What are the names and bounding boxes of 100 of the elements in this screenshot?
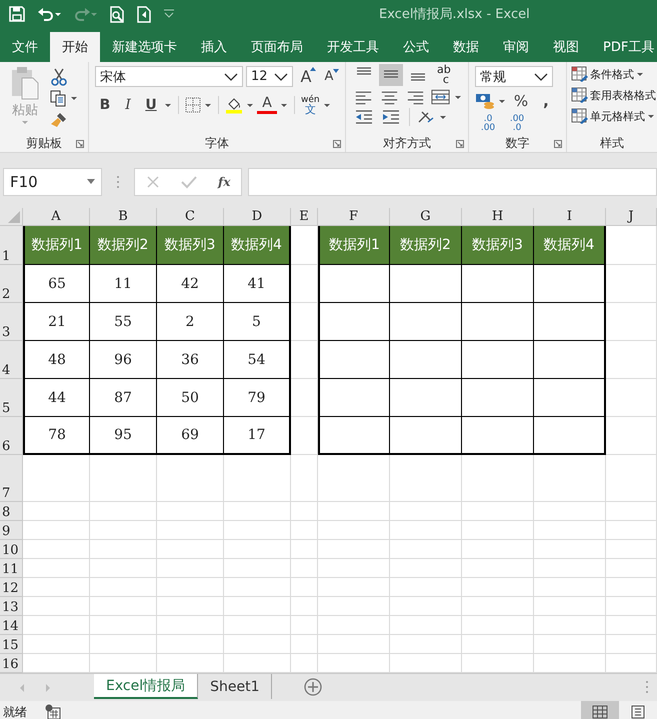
grid-icon[interactable] — [592, 705, 608, 719]
table-style-icon[interactable] — [571, 108, 588, 124]
style-menu-button[interactable]: 条件格式 — [590, 66, 634, 82]
column-header[interactable]: C — [157, 208, 224, 226]
currency-icon[interactable] — [475, 92, 495, 110]
caret-icon[interactable] — [246, 102, 254, 108]
sheet-tab[interactable]: Sheet1 — [198, 674, 272, 699]
number-format-dropdown[interactable]: 常规 — [475, 66, 553, 87]
customize-caret-icon[interactable] — [163, 9, 175, 19]
ribbon-tab[interactable]: 审阅 — [491, 32, 541, 62]
increase-decimal-button[interactable]: .0 .00 — [475, 115, 501, 133]
wrap-text-button[interactable]: ab c — [437, 65, 451, 85]
format-painter-icon[interactable] — [50, 111, 68, 129]
merge-center-icon[interactable] — [430, 88, 452, 106]
dialog-launcher-icon[interactable] — [554, 140, 562, 148]
shrink-font-button[interactable]: A — [319, 69, 339, 84]
caret-icon[interactable] — [636, 72, 644, 76]
page-icon[interactable] — [631, 705, 645, 719]
caret-icon[interactable] — [498, 98, 506, 104]
row-header[interactable]: 6 — [0, 417, 23, 455]
font-color-button[interactable]: A — [257, 96, 277, 114]
column-header[interactable]: I — [534, 208, 606, 226]
row-header[interactable]: 5 — [0, 379, 23, 417]
vertical-align-icon[interactable] — [379, 64, 403, 86]
dialog-launcher-icon[interactable] — [76, 140, 84, 148]
ribbon-tab[interactable]: PDF工具 — [591, 32, 657, 62]
ribbon-tab[interactable]: 新建选项卡 — [100, 32, 189, 62]
row-header[interactable]: 15 — [0, 635, 23, 654]
bold-button[interactable]: B — [95, 97, 115, 113]
row-header[interactable]: 1 — [0, 226, 23, 265]
underline-button[interactable]: U — [141, 97, 161, 113]
caret-icon[interactable] — [87, 179, 95, 184]
row-header[interactable]: 11 — [0, 559, 23, 578]
table-style-icon[interactable] — [571, 66, 588, 82]
row-header[interactable]: 2 — [0, 265, 23, 303]
column-header[interactable]: H — [462, 208, 534, 226]
column-header[interactable]: E — [291, 208, 318, 226]
table-style-icon[interactable] — [571, 87, 588, 103]
ribbon-tab[interactable]: 文件 — [0, 32, 50, 62]
style-menu-button[interactable]: 套用表格格式 — [590, 88, 656, 102]
save-icon[interactable] — [9, 6, 25, 22]
row-header[interactable]: 16 — [0, 654, 23, 673]
insert-function-button[interactable]: fx — [218, 174, 230, 188]
touch-mode-icon[interactable] — [137, 6, 151, 22]
column-header[interactable]: J — [606, 208, 657, 226]
caret-icon[interactable] — [164, 102, 172, 108]
font-size-dropdown[interactable]: 12 — [246, 66, 293, 87]
chevron-down-icon[interactable] — [274, 72, 288, 80]
column-header[interactable]: B — [90, 208, 157, 226]
grow-font-button[interactable]: A — [296, 67, 316, 86]
row-header[interactable]: 10 — [0, 540, 23, 559]
row-header[interactable]: 7 — [0, 455, 23, 502]
ribbon-tab[interactable]: 插入 — [189, 32, 239, 62]
ribbon-tab[interactable]: 开发工具 — [315, 32, 391, 62]
italic-button[interactable]: I — [118, 97, 138, 113]
add-sheet-icon[interactable] — [304, 678, 322, 696]
comma-style-button[interactable]: , — [536, 92, 556, 110]
ribbon-tab[interactable]: 页面布局 — [239, 32, 315, 62]
macro-record-icon[interactable] — [45, 704, 61, 719]
row-header[interactable]: 9 — [0, 521, 23, 540]
style-menu-button[interactable]: 单元格样式 — [590, 108, 645, 124]
row-header[interactable]: 4 — [0, 341, 23, 379]
name-box[interactable]: F10 — [3, 168, 102, 196]
ribbon-tab[interactable]: 视图 — [541, 32, 591, 62]
row-header[interactable]: 8 — [0, 502, 23, 521]
percent-button[interactable]: % — [509, 92, 533, 110]
row-header[interactable]: 13 — [0, 597, 23, 616]
row-header[interactable]: 12 — [0, 578, 23, 597]
normal-view-button[interactable] — [581, 701, 619, 719]
caret-icon[interactable] — [439, 114, 447, 120]
row-header[interactable]: 14 — [0, 616, 23, 635]
phonetic-guide-button[interactable]: wén 文 — [301, 96, 320, 114]
print-preview-icon[interactable] — [109, 6, 125, 22]
caret-icon[interactable] — [70, 96, 78, 101]
dialog-launcher-icon[interactable] — [456, 140, 464, 148]
caret-icon[interactable] — [454, 94, 462, 100]
column-header[interactable]: A — [23, 208, 90, 226]
column-header[interactable]: F — [318, 208, 390, 226]
column-header[interactable]: G — [390, 208, 462, 226]
caret-icon[interactable] — [204, 102, 212, 108]
ribbon-tab[interactable]: 开始 — [50, 32, 100, 62]
column-header[interactable]: D — [224, 208, 291, 226]
row-header[interactable]: 3 — [0, 303, 23, 341]
caret-icon[interactable] — [322, 102, 331, 108]
ribbon-tab[interactable]: 数据 — [441, 32, 491, 62]
sheet-tab[interactable]: Excel情报局 — [94, 674, 198, 699]
borders-icon[interactable] — [185, 97, 201, 113]
undo-icon[interactable] — [37, 6, 61, 22]
chevron-down-icon[interactable] — [534, 72, 548, 80]
dialog-launcher-icon[interactable] — [333, 140, 341, 148]
ribbon-tab[interactable]: 公式 — [391, 32, 441, 62]
caret-icon[interactable] — [280, 102, 288, 108]
caret-icon[interactable] — [647, 114, 655, 118]
formula-input[interactable] — [248, 168, 657, 196]
chevron-down-icon[interactable] — [224, 72, 238, 80]
fill-color-icon[interactable] — [225, 96, 243, 114]
scissors-icon[interactable] — [50, 68, 68, 86]
decrease-decimal-button[interactable]: .00 .0 — [504, 115, 530, 133]
font-name-dropdown[interactable]: 宋体 — [95, 66, 243, 87]
copy-icon[interactable] — [50, 90, 67, 107]
